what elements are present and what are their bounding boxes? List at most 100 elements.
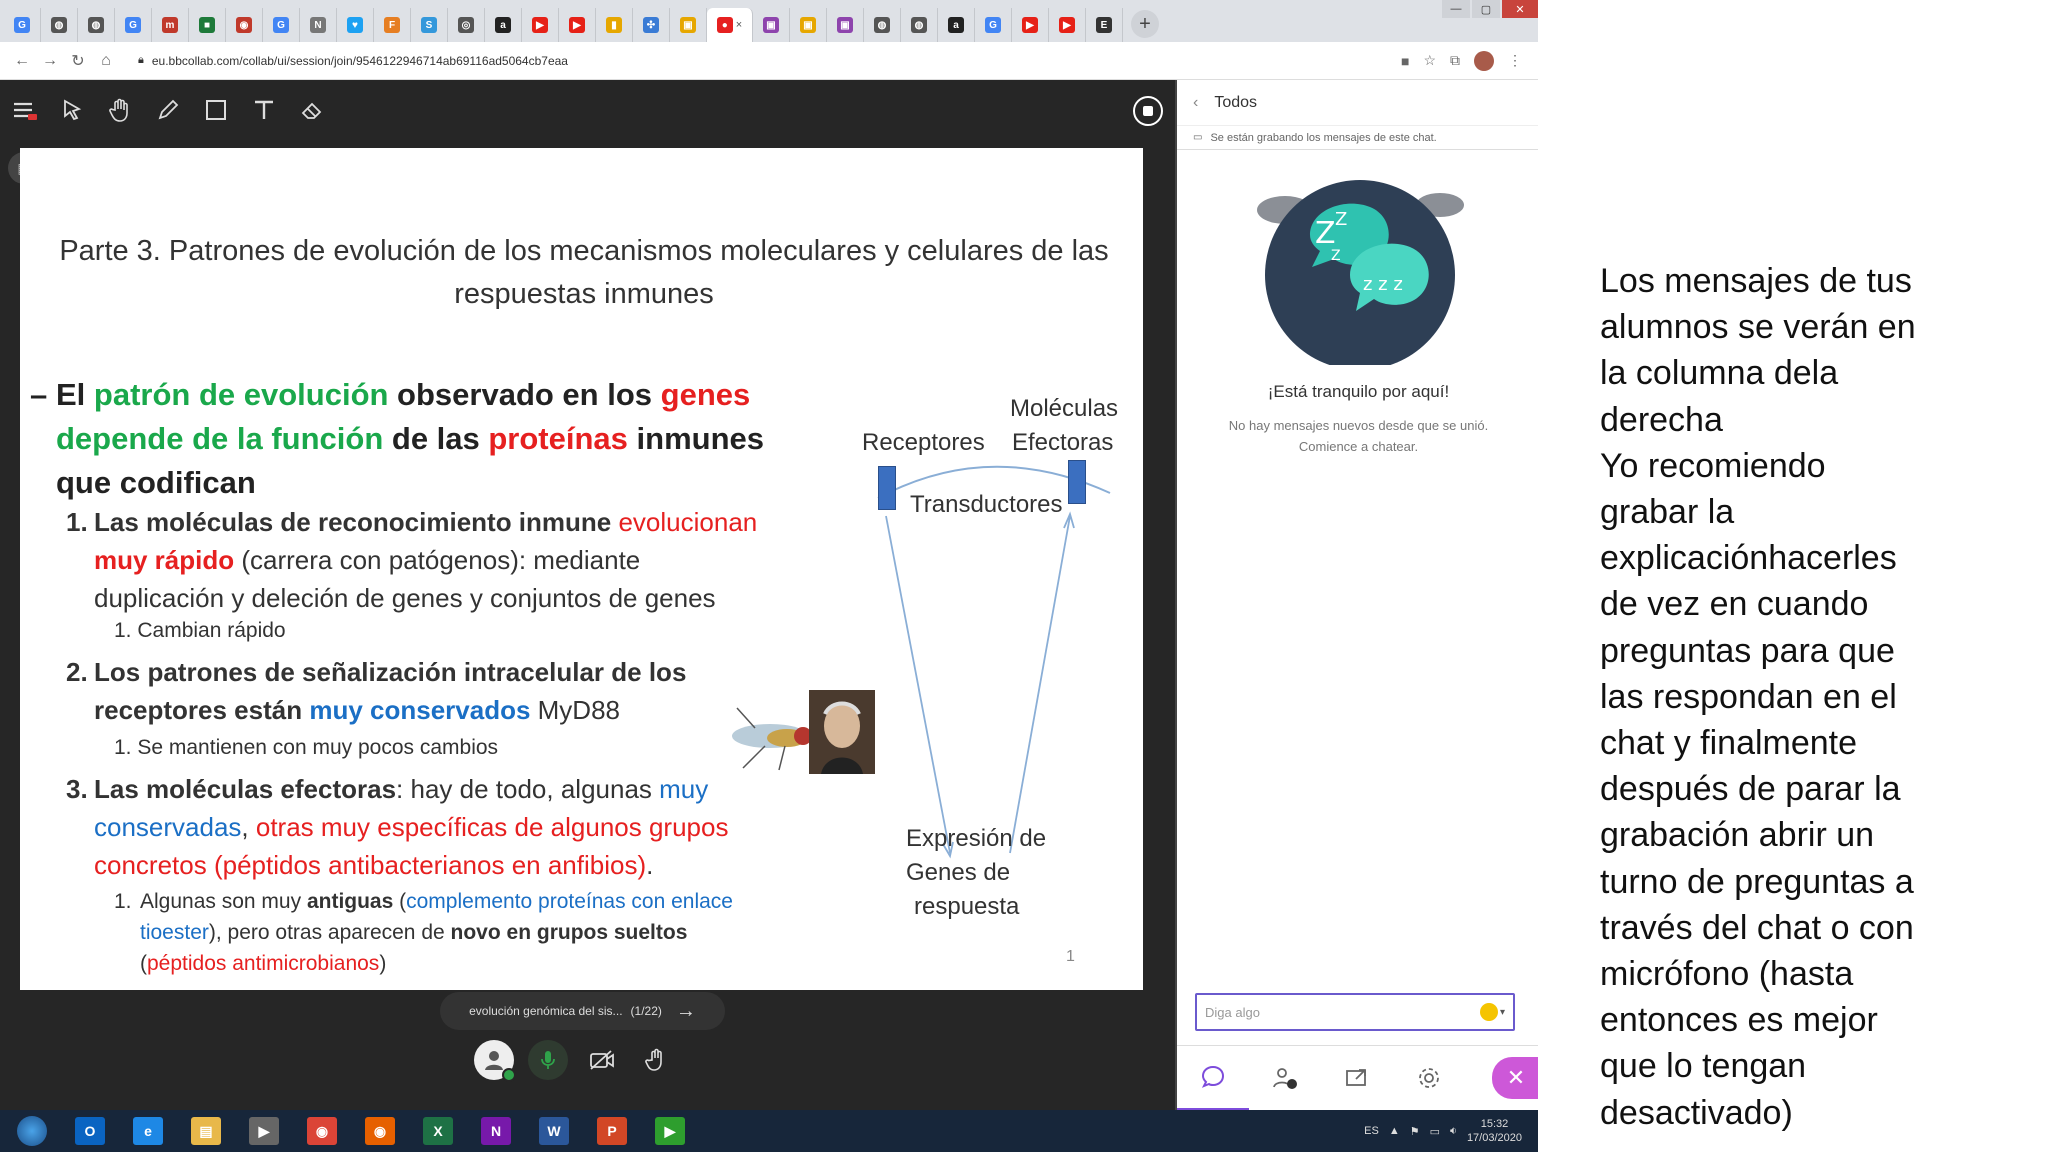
label-expresion: Expresión de: [906, 825, 1047, 852]
taskbar-app[interactable]: O: [64, 1111, 116, 1151]
tab-favicon-icon: ✣: [643, 17, 659, 33]
label-moleculas: Moléculas: [1010, 395, 1119, 422]
language-indicator[interactable]: ES: [1364, 1125, 1379, 1137]
camera-button[interactable]: [582, 1040, 622, 1080]
taskbar-app[interactable]: ▤: [180, 1111, 232, 1151]
taskbar-app[interactable]: e: [122, 1111, 174, 1151]
network-icon[interactable]: ▭: [1430, 1125, 1440, 1138]
clock[interactable]: 15:32 17/03/2020: [1467, 1117, 1522, 1145]
participants-tab[interactable]: [1249, 1046, 1321, 1111]
browser-tab[interactable]: ▶: [559, 8, 596, 42]
profile-status-button[interactable]: [474, 1040, 516, 1082]
minimize-button[interactable]: —: [1442, 0, 1470, 18]
text-tool-icon[interactable]: [246, 92, 282, 128]
close-window-button[interactable]: ✕: [1502, 0, 1538, 18]
text-run-highlight: proteínas: [488, 421, 628, 456]
camera-icon[interactable]: ■: [1401, 53, 1409, 69]
menu-dots-icon[interactable]: ⋮: [1508, 52, 1522, 69]
taskbar-app[interactable]: W: [528, 1111, 580, 1151]
volume-icon[interactable]: 🔉︎: [1450, 1125, 1457, 1138]
chat-input[interactable]: Diga algo ▾: [1195, 993, 1515, 1031]
taskbar-app[interactable]: X: [412, 1111, 464, 1151]
home-icon[interactable]: ⌂: [92, 47, 120, 75]
hand-tool-icon[interactable]: [102, 92, 138, 128]
browser-tab[interactable]: ◎: [448, 8, 485, 42]
taskbar-app[interactable]: ◉: [354, 1111, 406, 1151]
shape-tool-icon[interactable]: [198, 92, 234, 128]
recording-stop-button[interactable]: [1133, 96, 1163, 126]
microphone-button[interactable]: [528, 1040, 568, 1080]
svg-text:Z: Z: [1335, 209, 1347, 230]
reload-icon[interactable]: ↻: [64, 47, 92, 75]
url-field[interactable]: 🔒︎ eu.bbcollab.com/collab/ui/session/joi…: [138, 54, 1338, 68]
browser-tab[interactable]: ▣: [670, 8, 707, 42]
effector-bar: [1068, 460, 1086, 504]
start-button[interactable]: [6, 1111, 58, 1151]
taskbar-app[interactable]: ▶: [644, 1111, 696, 1151]
close-panel-button[interactable]: ✕: [1492, 1057, 1538, 1099]
browser-tab[interactable]: F: [374, 8, 411, 42]
session-menu-icon[interactable]: [6, 92, 42, 128]
raise-hand-button[interactable]: [636, 1040, 676, 1080]
browser-tab[interactable]: m: [152, 8, 189, 42]
browser-tab[interactable]: S: [411, 8, 448, 42]
settings-tab[interactable]: [1393, 1046, 1465, 1111]
browser-tab[interactable]: ◉: [226, 8, 263, 42]
pointer-tool-icon[interactable]: [54, 92, 90, 128]
browser-tab[interactable]: ▶: [522, 8, 559, 42]
browser-tab[interactable]: N: [300, 8, 337, 42]
tab-favicon-icon: ◉: [236, 17, 252, 33]
browser-tab[interactable]: ▣: [753, 8, 790, 42]
extension-icon[interactable]: ⧉: [1450, 52, 1460, 69]
browser-tab[interactable]: G: [263, 8, 300, 42]
taskbar-app[interactable]: N: [470, 1111, 522, 1151]
instructor-notes: Los mensajes de tus alumnos se verán en …: [1600, 262, 1916, 1132]
new-tab-button[interactable]: +: [1131, 10, 1159, 38]
bookmark-star-icon[interactable]: ☆: [1423, 52, 1436, 69]
maximize-button[interactable]: ▢: [1472, 0, 1500, 18]
app-icon: ◉: [365, 1117, 395, 1145]
eraser-tool-icon[interactable]: [294, 92, 330, 128]
browser-tab[interactable]: ✣: [633, 8, 670, 42]
next-slide-arrow-icon[interactable]: →: [676, 1000, 696, 1023]
browser-tab[interactable]: ● ×: [707, 8, 753, 42]
profile-avatar[interactable]: [1474, 50, 1494, 71]
taskbar-app[interactable]: ◉: [296, 1111, 348, 1151]
browser-tab[interactable]: a: [485, 8, 522, 42]
browser-tab[interactable]: ◍: [864, 8, 901, 42]
taskbar-app[interactable]: P: [586, 1111, 638, 1151]
smiley-icon: [1479, 1003, 1498, 1021]
browser-tab[interactable]: a: [938, 8, 975, 42]
browser-tab[interactable]: ◍: [901, 8, 938, 42]
tray-expand-icon[interactable]: ▲: [1389, 1125, 1400, 1137]
forward-icon[interactable]: →: [36, 47, 64, 75]
emoji-picker-button[interactable]: ▾: [1479, 1003, 1505, 1021]
app-icon: ▤: [191, 1117, 221, 1145]
browser-tab[interactable]: E: [1086, 8, 1123, 42]
bullet-dash: –: [30, 377, 48, 412]
back-icon[interactable]: ←: [8, 47, 36, 75]
pencil-tool-icon[interactable]: [150, 92, 186, 128]
browser-tab[interactable]: ▶: [1049, 8, 1086, 42]
browser-tab[interactable]: ◍: [41, 8, 78, 42]
taskbar-app[interactable]: ▶: [238, 1111, 290, 1151]
sub-text: Se mantienen con muy pocos cambios: [137, 736, 499, 759]
browser-tab[interactable]: G: [4, 8, 41, 42]
browser-tab[interactable]: G: [975, 8, 1012, 42]
flag-icon[interactable]: ⚑: [1410, 1125, 1420, 1138]
browser-tab[interactable]: ▶: [1012, 8, 1049, 42]
browser-tab[interactable]: ▣: [827, 8, 864, 42]
app-icon: N: [481, 1117, 511, 1145]
browser-tab[interactable]: ◍: [78, 8, 115, 42]
browser-tab[interactable]: ▮: [596, 8, 633, 42]
chat-tab[interactable]: [1177, 1046, 1249, 1111]
share-content-tab[interactable]: [1321, 1046, 1393, 1111]
browser-tab[interactable]: ■: [189, 8, 226, 42]
close-tab-icon[interactable]: ×: [736, 19, 742, 31]
browser-tab[interactable]: ♥: [337, 8, 374, 42]
app-icon: O: [75, 1117, 105, 1145]
chat-input-placeholder: Diga algo: [1205, 1004, 1260, 1020]
browser-tab[interactable]: G: [115, 8, 152, 42]
browser-tab[interactable]: ▣: [790, 8, 827, 42]
chevron-left-icon[interactable]: ‹: [1193, 94, 1198, 112]
